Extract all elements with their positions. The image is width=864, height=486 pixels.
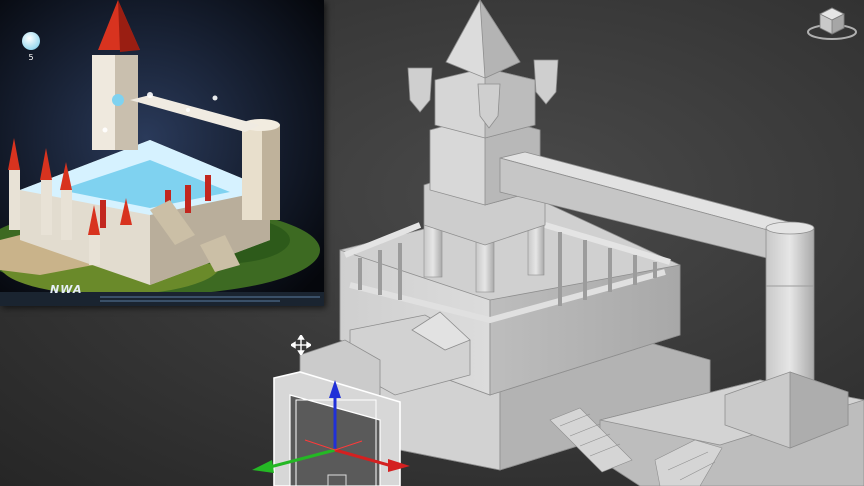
watermark-logo: NWA <box>50 283 83 296</box>
counter-value: 5 <box>28 53 34 62</box>
move-cursor-icon <box>291 335 311 355</box>
bubble-icon <box>22 32 40 50</box>
reference-counter: 5 <box>20 32 42 62</box>
3d-viewport[interactable]: 5 NWA <box>0 0 864 486</box>
castle-concept-art <box>0 0 324 306</box>
round-tower[interactable] <box>724 221 849 449</box>
viewcube-icon[interactable] <box>806 2 858 42</box>
reference-image-panel: 5 NWA <box>0 0 324 306</box>
